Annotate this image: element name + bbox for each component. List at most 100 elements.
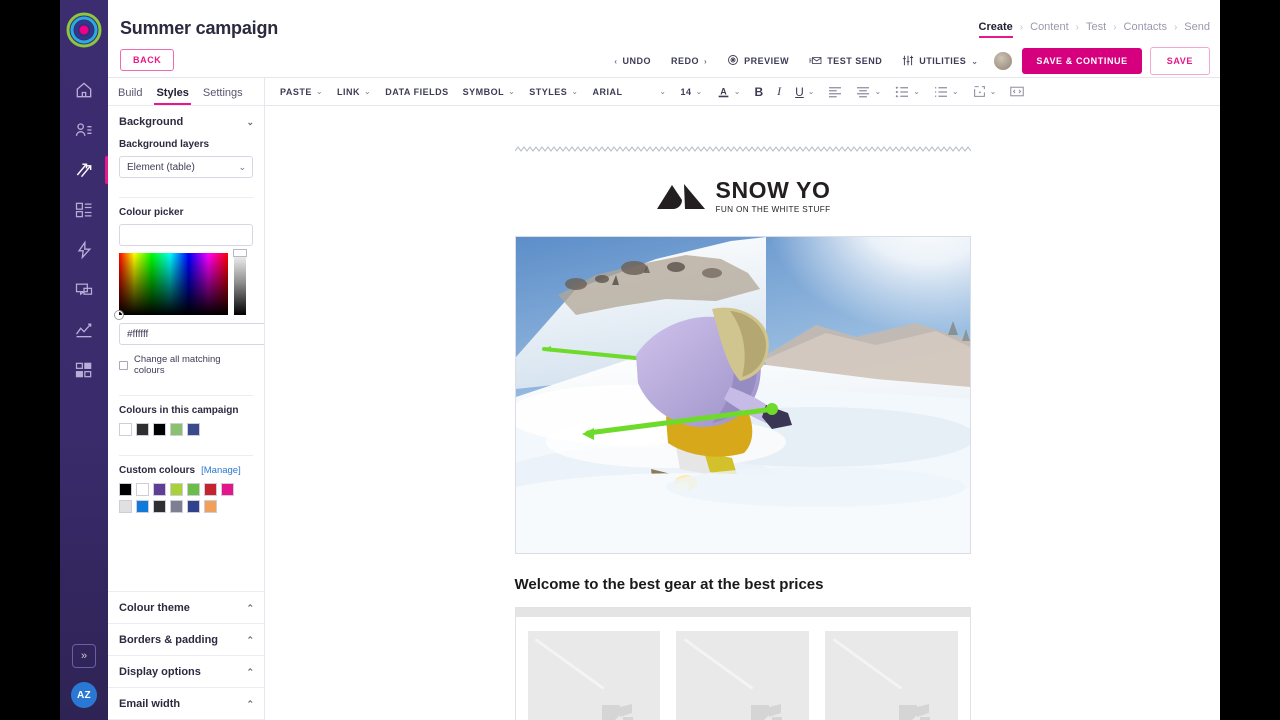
colour-swatch[interactable]: [204, 483, 217, 496]
email-document: SNOW YO FUN ON THE WHITE STUFF Welcome t…: [514, 106, 971, 720]
brightness-slider[interactable]: [233, 249, 247, 315]
test-send-label: TEST SEND: [827, 56, 883, 66]
font-size-select[interactable]: 14 ⌄: [674, 83, 710, 101]
colour-swatch[interactable]: [187, 483, 200, 496]
colour-swatch[interactable]: [119, 500, 132, 513]
nav-item-contacts[interactable]: [60, 110, 108, 150]
image-placeholder[interactable]: [527, 631, 661, 720]
user-avatar[interactable]: AZ: [71, 682, 97, 708]
colour-swatch[interactable]: [119, 423, 132, 436]
utilities-button[interactable]: UTILITIES ⌄: [892, 48, 988, 75]
nav-item-home[interactable]: [60, 70, 108, 110]
colour-swatch[interactable]: [187, 500, 200, 513]
email-logo-block[interactable]: SNOW YO FUN ON THE WHITE STUFF: [515, 150, 971, 236]
nav-item-templates[interactable]: [60, 190, 108, 230]
preview-button[interactable]: PREVIEW: [717, 48, 799, 74]
align-center-button[interactable]: ⌄: [849, 82, 888, 102]
data-fields-button[interactable]: DATA FIELDS: [378, 83, 455, 101]
align-left-button[interactable]: [821, 82, 849, 102]
step-separator-icon: ›: [1075, 21, 1079, 33]
brightness-handle[interactable]: [233, 249, 247, 257]
colour-swatch[interactable]: [204, 500, 217, 513]
manage-custom-colours-link[interactable]: [Manage]: [201, 465, 241, 476]
utilities-label: UTILITIES: [919, 56, 967, 66]
undo-button[interactable]: ‹ UNDO: [604, 50, 661, 72]
brand-logo-icon[interactable]: [66, 12, 102, 48]
nav-item-reports[interactable]: [60, 310, 108, 350]
accordion-background[interactable]: Background ⌄: [108, 106, 264, 137]
three-column-block[interactable]: [514, 607, 971, 720]
source-code-button[interactable]: [1003, 81, 1031, 102]
colour-swatch[interactable]: [136, 423, 149, 436]
image-placeholder[interactable]: [676, 631, 809, 720]
save-and-continue-button[interactable]: SAVE & CONTINUE: [1022, 48, 1142, 74]
background-layers-section: Background layers Element (table) ⌄: [108, 139, 264, 188]
sidebar-scroll[interactable]: Background ⌄ Background layers Element (…: [108, 106, 264, 591]
change-all-matching-checkbox[interactable]: [119, 360, 128, 370]
step-contacts[interactable]: Contacts: [1124, 21, 1167, 38]
redo-button[interactable]: REDO ›: [661, 50, 717, 72]
colour-swatch[interactable]: [153, 500, 166, 513]
font-colour-button[interactable]: A ⌄: [710, 81, 748, 103]
test-send-button[interactable]: TEST SEND: [799, 49, 892, 74]
hex-input[interactable]: [119, 323, 264, 345]
nav-item-automation[interactable]: [60, 230, 108, 270]
colour-swatch[interactable]: [136, 483, 149, 496]
saturation-value-area[interactable]: [115, 253, 228, 319]
colour-swatch[interactable]: [187, 423, 200, 436]
step-send[interactable]: Send: [1184, 21, 1210, 38]
chevron-down-icon: ⌄: [807, 87, 815, 96]
tab-styles[interactable]: Styles: [154, 87, 192, 105]
editor-canvas-column: PASTE ⌄ LINK ⌄ DATA FIELDS SYMBOL ⌄ STYL…: [265, 78, 1220, 720]
step-test[interactable]: Test: [1086, 21, 1106, 38]
colour-swatch[interactable]: [153, 423, 166, 436]
bold-button[interactable]: B: [747, 81, 770, 103]
tab-settings[interactable]: Settings: [203, 87, 243, 105]
colour-picker-widget[interactable]: [115, 249, 253, 319]
font-family-select[interactable]: ARIAL ⌄: [586, 83, 674, 101]
email-headline[interactable]: Welcome to the best gear at the best pri…: [515, 554, 971, 607]
nav-item-messages[interactable]: [60, 270, 108, 310]
chevron-down-icon: ⌄: [315, 87, 324, 96]
tab-build[interactable]: Build: [118, 87, 142, 105]
unordered-list-button[interactable]: ⌄: [927, 82, 966, 102]
colour-swatch[interactable]: [170, 423, 183, 436]
colour-swatch[interactable]: [153, 483, 166, 496]
background-layers-select[interactable]: Element (table) ⌄: [119, 156, 253, 178]
accordion-colour-theme[interactable]: Colour theme ⌃: [108, 592, 264, 624]
step-create[interactable]: Create: [978, 21, 1014, 38]
colour-swatch[interactable]: [119, 483, 132, 496]
colour-swatch[interactable]: [170, 500, 183, 513]
step-content[interactable]: Content: [1030, 21, 1069, 38]
back-button[interactable]: BACK: [120, 49, 175, 71]
accordion-display-options[interactable]: Display options ⌃: [108, 656, 264, 688]
link-menu[interactable]: LINK ⌄: [330, 83, 378, 101]
image-placeholder[interactable]: [824, 631, 958, 720]
expand-nav-button[interactable]: »: [72, 644, 96, 668]
nav-item-campaigns[interactable]: [60, 150, 109, 190]
campaign-colours-label: Colours in this campaign: [119, 405, 239, 416]
colour-swatch[interactable]: [221, 483, 234, 496]
ordered-list-button[interactable]: ⌄: [888, 82, 927, 102]
insert-block-button[interactable]: ⌄: [966, 81, 1004, 102]
nav-item-apps[interactable]: [60, 350, 108, 390]
saturation-handle[interactable]: [115, 311, 123, 319]
colour-swatch[interactable]: [170, 483, 183, 496]
colour-preview-swatch[interactable]: [119, 224, 253, 246]
accordion-email-width[interactable]: Email width ⌃: [108, 688, 264, 720]
custom-colours-section: Custom colours [Manage]: [108, 465, 264, 523]
styles-menu[interactable]: STYLES ⌄: [522, 83, 585, 101]
change-all-matching-row[interactable]: Change all matching colours: [119, 354, 253, 376]
save-button[interactable]: SAVE: [1149, 47, 1210, 75]
account-avatar[interactable]: [994, 52, 1013, 70]
colour-swatch[interactable]: [136, 500, 149, 513]
paste-menu[interactable]: PASTE ⌄: [273, 83, 330, 101]
align-left-icon: [828, 86, 842, 98]
underline-button[interactable]: U ⌄: [788, 81, 821, 103]
italic-button[interactable]: I: [770, 80, 788, 103]
left-bleed: [0, 0, 60, 720]
symbol-menu[interactable]: SYMBOL ⌄: [456, 83, 523, 101]
accordion-borders-padding[interactable]: Borders & padding ⌃: [108, 624, 264, 656]
email-canvas[interactable]: SNOW YO FUN ON THE WHITE STUFF Welcome t…: [265, 106, 1220, 720]
hero-image[interactable]: [514, 236, 971, 554]
